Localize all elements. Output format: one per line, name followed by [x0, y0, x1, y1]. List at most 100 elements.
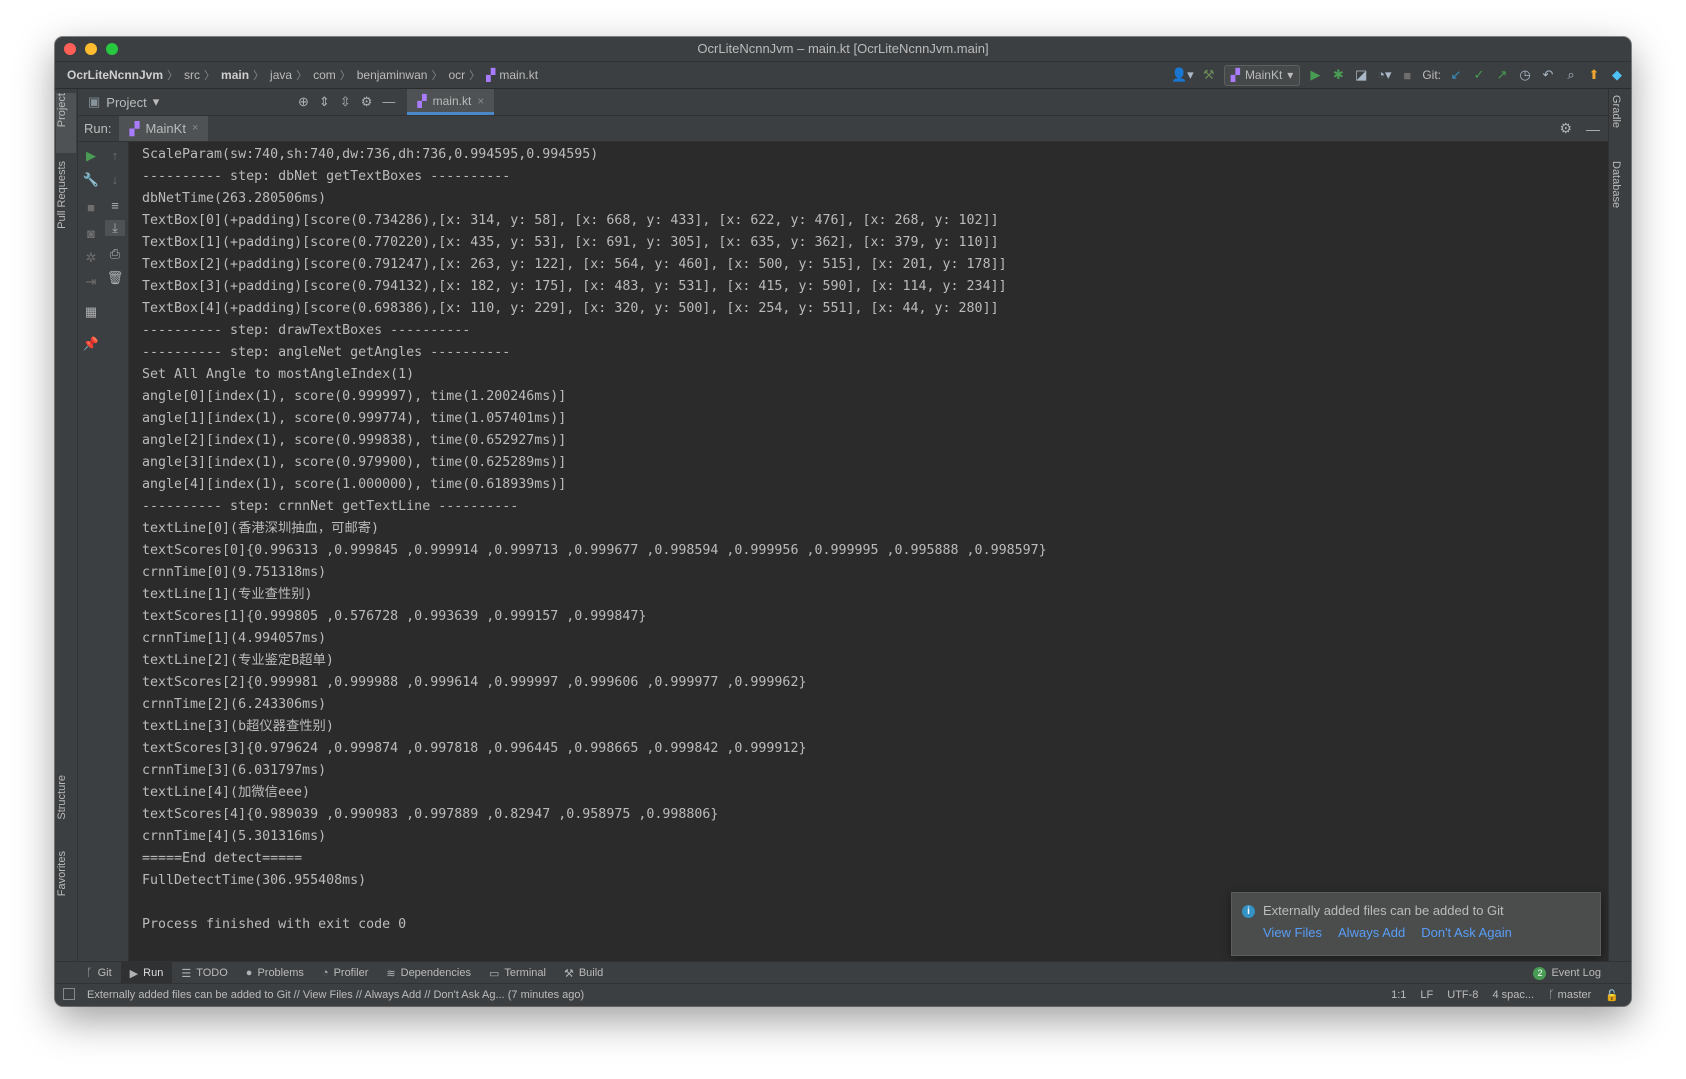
- close-icon[interactable]: ×: [192, 116, 198, 141]
- console-line: textLine[0](香港深圳抽血，可邮寄): [142, 521, 380, 536]
- console-line: TextBox[3](+padding)[score(0.794132),[x:…: [142, 279, 1007, 294]
- gear-icon[interactable]: ⚙: [361, 94, 373, 110]
- tool-tab-profiler[interactable]: ◔ Profiler: [313, 962, 378, 984]
- breadcrumb-project[interactable]: OcrLiteNcnnJvm: [67, 68, 163, 82]
- tool-tab-project[interactable]: Project: [56, 93, 76, 153]
- window-title: OcrLiteNcnnJvm – main.kt [OcrLiteNcnnJvm…: [697, 41, 989, 56]
- debug-icon[interactable]: ✱: [1330, 65, 1346, 85]
- event-log-tab[interactable]: 2 Event Log: [1533, 962, 1601, 984]
- stop-icon[interactable]: ■: [81, 200, 101, 215]
- collapse-all-icon[interactable]: ⇳: [340, 94, 351, 110]
- search-icon[interactable]: ⌕: [1563, 65, 1579, 85]
- line-separator[interactable]: LF: [1420, 989, 1433, 1001]
- rollback-icon[interactable]: ↶: [1540, 65, 1556, 85]
- user-icon[interactable]: 👤▾: [1171, 65, 1194, 85]
- tool-tab-build[interactable]: ⚒ Build: [555, 962, 612, 984]
- rerun-icon[interactable]: ▶: [81, 148, 101, 164]
- wrench-icon[interactable]: 🔧: [81, 172, 101, 188]
- layers-icon: ≋: [386, 967, 396, 980]
- layout-icon[interactable]: ▦: [81, 304, 101, 320]
- kotlin-file-icon: ▞: [486, 68, 496, 82]
- console-line: textLine[4](加微信eee): [142, 785, 310, 800]
- gear-icon[interactable]: ⚙: [1559, 120, 1572, 137]
- chevron-right-icon: 〉: [469, 70, 481, 82]
- locate-icon[interactable]: ⊕: [298, 94, 309, 110]
- lock-icon[interactable]: 🔓: [1605, 989, 1619, 1002]
- plugin-icon[interactable]: ◆: [1609, 65, 1625, 85]
- tool-tab-structure[interactable]: Structure: [56, 775, 76, 845]
- stop-icon[interactable]: ■: [1399, 65, 1415, 85]
- git-branch[interactable]: ᚴ master: [1548, 989, 1591, 1001]
- status-message[interactable]: Externally added files can be added to G…: [87, 989, 584, 1001]
- git-update-icon[interactable]: ↙: [1448, 65, 1464, 85]
- breadcrumb-main[interactable]: main: [221, 68, 249, 82]
- exit-icon[interactable]: ⇥: [81, 274, 101, 290]
- up-arrow-icon[interactable]: ↑: [105, 148, 125, 163]
- tool-tab-todo[interactable]: ☰ TODO: [172, 962, 236, 984]
- debugger-icon[interactable]: ✲: [81, 250, 101, 266]
- tool-tab-git[interactable]: ᚴ Git: [77, 962, 121, 984]
- trash-icon[interactable]: 🗑: [105, 270, 125, 286]
- hide-icon[interactable]: —: [1586, 121, 1600, 137]
- always-add-link[interactable]: Always Add: [1338, 925, 1405, 940]
- tool-tab-database[interactable]: Database: [1610, 161, 1630, 241]
- scroll-to-end-icon[interactable]: ⤓: [105, 220, 125, 236]
- tool-tab-dependencies[interactable]: ≋ Dependencies: [377, 962, 480, 984]
- minimize-window-button[interactable]: [85, 43, 97, 55]
- profile-icon[interactable]: ◔▾: [1376, 65, 1392, 85]
- pin-icon[interactable]: 📌: [81, 336, 101, 352]
- indent-setting[interactable]: 4 spac...: [1492, 989, 1534, 1001]
- chevron-down-icon: ▾: [152, 94, 160, 109]
- hide-icon[interactable]: —: [382, 94, 395, 110]
- run-tab-mainkt[interactable]: ▞ MainKt ×: [119, 116, 209, 141]
- console-line: angle[1][index(1), score(0.999774), time…: [142, 411, 567, 426]
- git-commit-icon[interactable]: ✓: [1471, 65, 1487, 85]
- coverage-icon[interactable]: ◪: [1353, 65, 1369, 85]
- breadcrumb-ocr[interactable]: ocr: [448, 68, 465, 82]
- soft-wrap-icon[interactable]: ≡: [105, 198, 125, 213]
- close-icon[interactable]: ×: [477, 88, 484, 114]
- git-push-icon[interactable]: ↗: [1494, 65, 1510, 85]
- breadcrumb-file[interactable]: main.kt: [499, 68, 538, 82]
- tool-tab-favorites[interactable]: Favorites: [56, 851, 76, 919]
- chevron-right-icon: 〉: [431, 70, 443, 82]
- history-icon[interactable]: ◷: [1517, 65, 1533, 85]
- zoom-window-button[interactable]: [106, 43, 118, 55]
- expand-all-icon[interactable]: ⇕: [319, 94, 330, 110]
- console-line: crnnTime[1](4.994057ms): [142, 631, 327, 646]
- build-hammer-icon[interactable]: ⚒: [1201, 65, 1217, 85]
- dont-ask-again-link[interactable]: Don't Ask Again: [1421, 925, 1512, 940]
- tool-tab-pull-requests[interactable]: Pull Requests: [56, 161, 76, 273]
- breadcrumb-com[interactable]: com: [313, 68, 336, 82]
- down-arrow-icon[interactable]: ↓: [105, 172, 125, 187]
- tool-tab-gradle[interactable]: Gradle: [1610, 95, 1630, 155]
- run-panel-actions: ⚙ —: [1559, 116, 1600, 141]
- run-panel-header: Run: ▞ MainKt × ⚙ —: [78, 116, 1608, 142]
- toggle-tool-windows-icon[interactable]: [63, 988, 75, 1000]
- console-line: crnnTime[0](9.751318ms): [142, 565, 327, 580]
- tool-tab-problems[interactable]: ● Problems: [237, 962, 313, 984]
- console-line: TextBox[4](+padding)[score(0.698386),[x:…: [142, 301, 999, 316]
- tool-tab-run[interactable]: ▶ Run: [120, 962, 173, 984]
- ide-window: OcrLiteNcnnJvm – main.kt [OcrLiteNcnnJvm…: [55, 37, 1631, 1006]
- run-configuration-select[interactable]: ▞ MainKt ▾: [1223, 64, 1301, 86]
- breadcrumb-java[interactable]: java: [270, 68, 292, 82]
- editor-tab-main-kt[interactable]: ▞ main.kt ×: [407, 88, 495, 115]
- status-widgets: 1:1 LF UTF-8 4 spac... ᚴ master 🔓: [1391, 984, 1619, 1006]
- kotlin-icon: ▞: [129, 121, 140, 136]
- close-window-button[interactable]: [64, 43, 76, 55]
- camera-icon[interactable]: ◙: [81, 226, 101, 241]
- run-icon[interactable]: ▶: [1307, 65, 1323, 85]
- file-encoding[interactable]: UTF-8: [1447, 989, 1478, 1001]
- caret-position[interactable]: 1:1: [1391, 989, 1406, 1001]
- breadcrumb-src[interactable]: src: [184, 68, 200, 82]
- tool-tab-terminal[interactable]: ▭ Terminal: [480, 962, 555, 984]
- project-view-selector[interactable]: ▣ Project ▾: [88, 94, 278, 110]
- view-files-link[interactable]: View Files: [1263, 925, 1322, 940]
- run-console-output[interactable]: ScaleParam(sw:740,sh:740,dw:736,dh:736,0…: [129, 142, 1608, 962]
- console-line: FullDetectTime(306.955408ms): [142, 873, 367, 888]
- print-icon[interactable]: ⎙: [105, 246, 125, 262]
- breadcrumb-benjaminwan[interactable]: benjaminwan: [357, 68, 428, 82]
- update-icon[interactable]: ⬆: [1586, 65, 1602, 85]
- kotlin-icon: ▞: [1230, 67, 1240, 82]
